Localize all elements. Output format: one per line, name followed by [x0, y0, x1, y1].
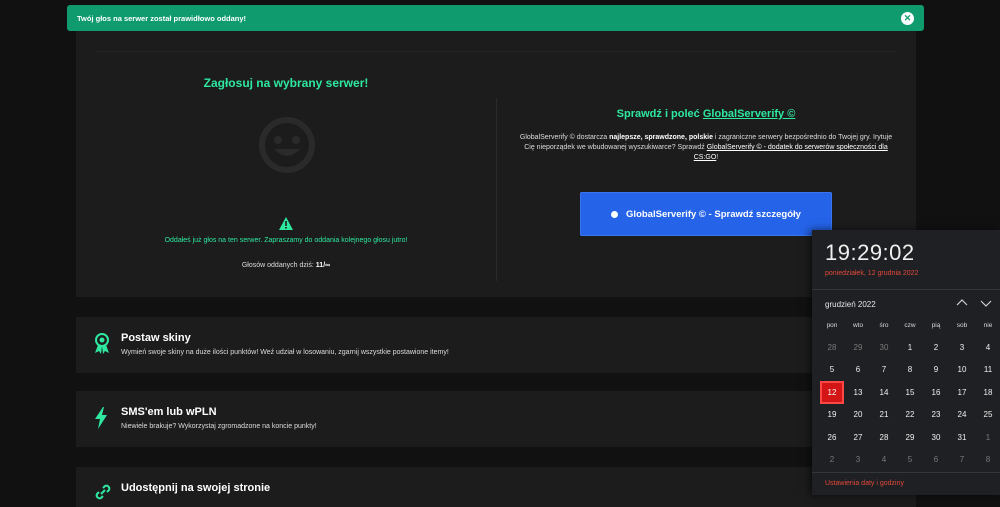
globalserverify-details-button[interactable]: GlobalServerify © - Sprawdź szczegóły: [580, 192, 832, 236]
award-icon: [95, 333, 109, 354]
globalserverify-title-link[interactable]: GlobalServerify ©: [703, 108, 795, 120]
votes-today-value: 11/∞: [315, 262, 331, 269]
globalserverify-button-label: GlobalServerify © - Sprawdź szczegóły: [626, 208, 801, 220]
calendar-day[interactable]: 17: [949, 381, 975, 404]
calendar-day[interactable]: 11: [975, 359, 1000, 382]
calendar-day[interactable]: 15: [897, 381, 923, 404]
calendar-month[interactable]: grudzień 2022: [825, 300, 876, 309]
calendar-day[interactable]: 24: [949, 404, 975, 427]
clock-date[interactable]: poniedziałek, 12 grudnia 2022: [825, 270, 918, 277]
gs-desc-part1: GlobalServerify © dostarcza: [519, 134, 608, 141]
vote-card: Zagłosuj na wybrany serwer! Oddałeś już …: [76, 31, 916, 297]
link-icon: [95, 484, 111, 500]
gs-desc-bold: najlepsze, sprawdzone, polskie: [609, 134, 713, 141]
weekday-label: czw: [904, 322, 916, 329]
calendar-day[interactable]: 8: [975, 449, 1000, 472]
feature-title: SMS'em lub wPLN: [121, 406, 217, 418]
calendar-day-today[interactable]: 12: [819, 381, 845, 404]
lightning-icon: [95, 407, 107, 429]
calendar-day[interactable]: 18: [975, 381, 1000, 404]
calendar-day[interactable]: 30: [871, 336, 897, 359]
date-time-settings-link[interactable]: Ustawienia daty i godziny: [825, 480, 904, 487]
vote-title: Zagłosuj na wybrany serwer!: [203, 76, 369, 90]
calendar-day[interactable]: 29: [897, 426, 923, 449]
gs-desc-end: !: [716, 154, 719, 161]
feature-card-sms[interactable]: SMS'em lub wPLN Niewiele brakuje? Wykorz…: [76, 391, 916, 447]
calendar-day[interactable]: 20: [845, 404, 871, 427]
globalserverify-title-prefix: Sprawdź i poleć: [616, 108, 700, 120]
calendar-day[interactable]: 9: [923, 359, 949, 382]
calendar-day[interactable]: 8: [897, 359, 923, 382]
feature-description: Niewiele brakuje? Wykorzystaj zgromadzon…: [121, 423, 317, 430]
globalserverify-title: Sprawdź i poleć GlobalServerify ©: [496, 108, 916, 120]
calendar-day[interactable]: 27: [845, 426, 871, 449]
calendar-day[interactable]: 22: [897, 404, 923, 427]
already-voted-message: Oddałeś już głos na ten serwer. Zaprasza…: [164, 237, 408, 244]
calendar-day[interactable]: 2: [923, 336, 949, 359]
weekday-label: pią: [931, 322, 941, 329]
calendar-day[interactable]: 31: [949, 426, 975, 449]
clock-time: 19:29:02: [825, 240, 915, 265]
weekday-label: śro: [879, 322, 889, 329]
calendar-day[interactable]: 1: [897, 336, 923, 359]
calendar-divider: [812, 472, 1000, 473]
calendar-day[interactable]: 4: [871, 449, 897, 472]
calendar-day[interactable]: 23: [923, 404, 949, 427]
calendar-day[interactable]: 28: [871, 426, 897, 449]
gs-desc-link[interactable]: GlobalServerify © - dodatek do serwerów …: [694, 144, 888, 161]
card-divider: [96, 51, 896, 52]
close-icon[interactable]: ✕: [901, 11, 914, 25]
weekday-label: pon: [826, 322, 838, 329]
weekday-label: sob: [956, 322, 968, 329]
calendar-day[interactable]: 30: [923, 426, 949, 449]
calendar-day[interactable]: 19: [819, 404, 845, 427]
gs-desc-part2: i zagraniczne serwery bezpośrednio do Tw…: [714, 134, 872, 141]
weekday-label: nie: [983, 322, 993, 329]
calendar-day[interactable]: 5: [897, 449, 923, 472]
calendar-day[interactable]: 1: [975, 426, 1000, 449]
calendar-day[interactable]: 13: [845, 381, 871, 404]
warning-icon: [279, 217, 293, 230]
feature-card-skins[interactable]: Postaw skiny Wymień swoje skiny na duże …: [76, 317, 916, 373]
calendar-days: 28 29 30 1 2 3 4 5 6 7 8 9 10 11 12 13 14 15 16 17 18 19 20 21 2…: [819, 336, 1000, 471]
calendar-day[interactable]: 5: [819, 359, 845, 382]
toast-message: Twój głos na serwer został prawidłowo od…: [77, 13, 247, 23]
calendar-divider: [812, 289, 1000, 290]
feature-title: Udostępnij na swojej stronie: [121, 482, 271, 494]
calendar-day[interactable]: 6: [923, 449, 949, 472]
votes-today-label: Głosów oddanych dziś:: [241, 262, 314, 269]
calendar-day[interactable]: 16: [923, 381, 949, 404]
calendar-day[interactable]: 29: [845, 336, 871, 359]
calendar-day[interactable]: 28: [819, 336, 845, 359]
feature-description: Wymień swoje skiny na duże ilości punktó…: [121, 349, 449, 356]
calendar-day[interactable]: 21: [871, 404, 897, 427]
calendar-day[interactable]: 7: [949, 449, 975, 472]
smiley-icon: [259, 117, 315, 173]
calendar-day[interactable]: 10: [949, 359, 975, 382]
calendar-day[interactable]: 6: [845, 359, 871, 382]
chevron-up-icon[interactable]: [955, 296, 969, 310]
calendar-flyout: 19:29:02 poniedziałek, 12 grudnia 2022 g…: [812, 230, 1000, 495]
chevron-down-icon[interactable]: [979, 296, 993, 310]
feature-title: Postaw skiny: [121, 332, 191, 344]
calendar-day[interactable]: 2: [819, 449, 845, 472]
calendar-weekdays: pon wto śro czw pią sob nie: [819, 322, 1000, 329]
calendar-day[interactable]: 3: [949, 336, 975, 359]
globalserverify-description: GlobalServerify © dostarcza najlepsze, s…: [516, 133, 896, 163]
column-divider: [496, 98, 497, 281]
dot-icon: [611, 210, 619, 218]
calendar-day[interactable]: 7: [871, 359, 897, 382]
calendar-day[interactable]: 14: [871, 381, 897, 404]
calendar-day[interactable]: 4: [975, 336, 1000, 359]
feature-card-share[interactable]: Udostępnij na swojej stronie: [76, 467, 916, 507]
calendar-day[interactable]: 3: [845, 449, 871, 472]
calendar-day[interactable]: 26: [819, 426, 845, 449]
weekday-label: wto: [852, 322, 864, 329]
calendar-day[interactable]: 25: [975, 404, 1000, 427]
success-toast: Twój głos na serwer został prawidłowo od…: [67, 5, 924, 31]
votes-today: Głosów oddanych dziś: 11/∞: [76, 262, 496, 269]
